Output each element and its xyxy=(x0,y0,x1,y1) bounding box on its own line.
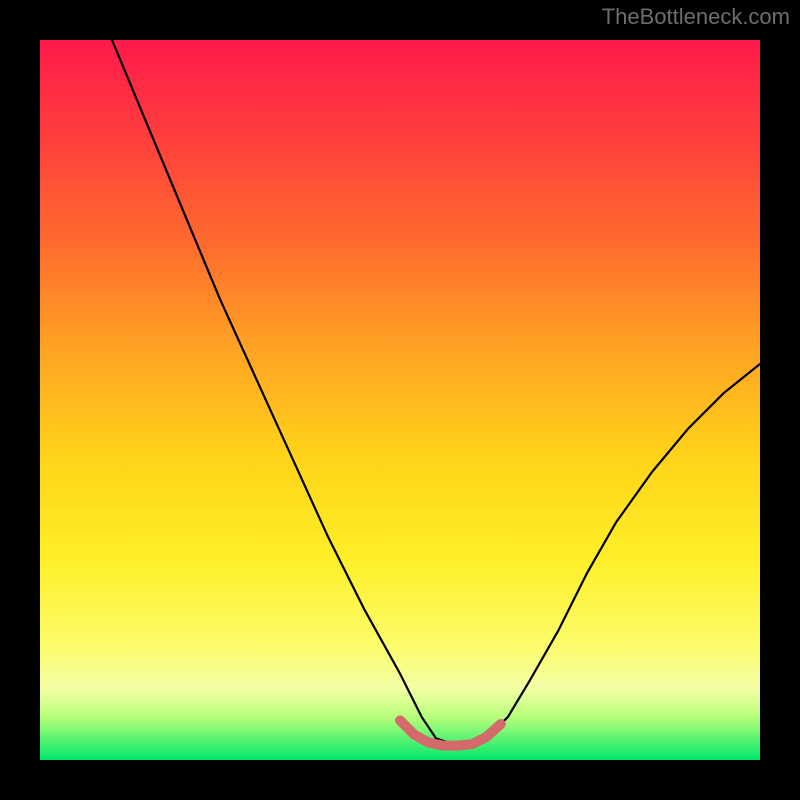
bottleneck-curve xyxy=(112,40,760,746)
trough-highlight xyxy=(400,720,501,745)
plot-area xyxy=(40,40,760,760)
watermark-text: TheBottleneck.com xyxy=(602,4,790,30)
chart-stage: TheBottleneck.com xyxy=(0,0,800,800)
curve-layer xyxy=(40,40,760,760)
